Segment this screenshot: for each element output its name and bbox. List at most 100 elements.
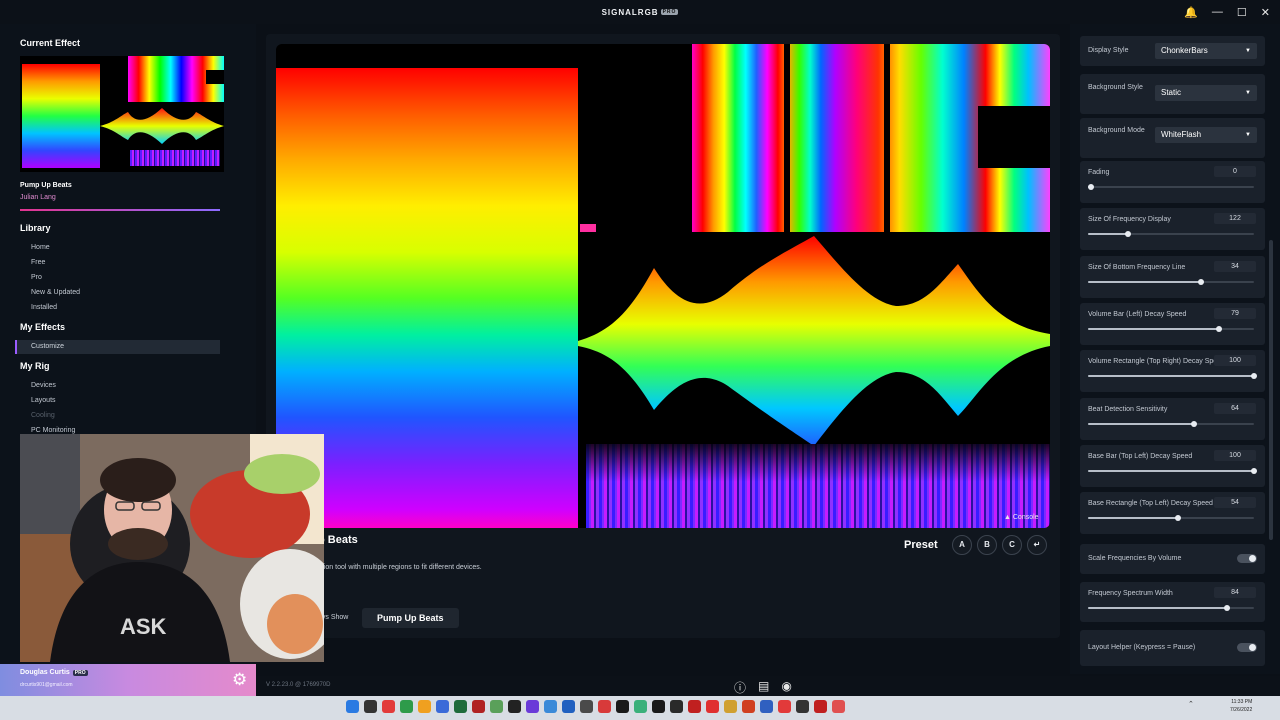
taskbar-app-icon[interactable] (526, 700, 539, 713)
preset-pill[interactable]: Pump Up Beats (362, 608, 459, 628)
slider-track[interactable] (1088, 373, 1257, 379)
help-icon[interactable]: ⓘ (734, 679, 746, 696)
slider-track[interactable] (1088, 279, 1254, 285)
slider-value[interactable]: 64 (1214, 403, 1256, 414)
current-effect-name: Pump Up Beats (20, 182, 72, 189)
taskbar-app-icon[interactable] (490, 700, 503, 713)
spectrum-width-value[interactable]: 84 (1214, 587, 1256, 598)
slider-value[interactable]: 34 (1214, 261, 1256, 272)
webcam-overlay: ASK (20, 434, 324, 662)
slider-handle[interactable] (1174, 515, 1181, 521)
bottom-frequency-visual (586, 444, 1050, 528)
slider-setting: Base Rectangle (Top Left) Decay Speed 54 (1080, 492, 1265, 534)
taskbar-app-icon[interactable] (346, 700, 359, 713)
nav-item-new-updated[interactable]: New & Updated (31, 289, 80, 296)
taskbar-app-icon[interactable] (706, 700, 719, 713)
slider-setting: Size Of Bottom Frequency Line 34 (1080, 256, 1265, 298)
slider-value[interactable]: 100 (1214, 450, 1256, 461)
book-icon[interactable]: ▤ (758, 679, 769, 696)
background-style-setting: Background Style Static ▼ (1080, 74, 1265, 114)
slider-value[interactable]: 100 (1214, 355, 1256, 366)
taskbar-app-icon[interactable] (364, 700, 377, 713)
slider-value[interactable]: 122 (1214, 213, 1256, 224)
user-bar[interactable]: Douglas Curtis PRO drcurtis901@gmail.com … (0, 664, 256, 696)
nav-item-devices[interactable]: Devices (31, 382, 56, 389)
nav-item-home[interactable]: Home (31, 244, 50, 251)
taskbar-app-icon[interactable] (760, 700, 773, 713)
taskbar-app-icon[interactable] (814, 700, 827, 713)
preset-c-button[interactable]: C (1002, 535, 1022, 555)
taskbar-app-icon[interactable] (508, 700, 521, 713)
minimize-icon[interactable]: — (1212, 6, 1223, 18)
taskbar-clock[interactable]: 11:33 PM 7/26/2022 (1230, 698, 1252, 714)
taskbar-app-icon[interactable] (796, 700, 809, 713)
nav-item-installed[interactable]: Installed (31, 304, 57, 311)
scale-frequencies-toggle[interactable] (1237, 554, 1257, 563)
spectrum-width-slider[interactable] (1088, 605, 1254, 611)
slider-handle[interactable] (1216, 326, 1223, 332)
slider-value[interactable]: 54 (1214, 497, 1256, 508)
slider-value[interactable]: 79 (1214, 308, 1256, 319)
slider-handle[interactable] (1251, 468, 1257, 474)
chevron-up-icon[interactable]: ⌃ (1188, 700, 1194, 708)
taskbar-app-icon[interactable] (454, 700, 467, 713)
preset-enter-button[interactable]: ↵ (1027, 535, 1047, 555)
taskbar-app-icon[interactable] (688, 700, 701, 713)
slider-handle[interactable] (1124, 231, 1131, 237)
slider-track[interactable] (1088, 231, 1254, 237)
taskbar-app-icon[interactable] (742, 700, 755, 713)
taskbar-app-icon[interactable] (418, 700, 431, 713)
gear-icon[interactable]: ⚙ (232, 670, 247, 690)
slider-track[interactable] (1088, 468, 1257, 474)
discord-icon[interactable]: ◉ (781, 679, 791, 696)
background-mode-select[interactable]: WhiteFlash ▼ (1155, 127, 1257, 143)
taskbar-app-icon[interactable] (436, 700, 449, 713)
preset-a-button[interactable]: A (952, 535, 972, 555)
maximize-icon[interactable]: ☐ (1237, 6, 1247, 19)
nav-item-cooling: Cooling (31, 412, 55, 419)
scale-frequencies-setting: Scale Frequencies By Volume (1080, 544, 1265, 574)
slider-handle[interactable] (1191, 421, 1198, 427)
taskbar-app-icon[interactable] (778, 700, 791, 713)
slider-track[interactable] (1088, 184, 1254, 190)
current-effect-author[interactable]: Julian Lang (20, 194, 56, 201)
nav-item-layouts[interactable]: Layouts (31, 397, 56, 404)
taskbar-app-icon[interactable] (472, 700, 485, 713)
taskbar-app-icon[interactable] (544, 700, 557, 713)
taskbar-app-icon[interactable] (616, 700, 629, 713)
slider-value[interactable]: 0 (1214, 166, 1256, 177)
nav-item-customize[interactable]: Customize (15, 340, 220, 354)
taskbar-app-icon[interactable] (670, 700, 683, 713)
display-style-select[interactable]: ChonkerBars ▼ (1155, 43, 1257, 59)
bell-icon[interactable]: 🔔 (1184, 6, 1198, 19)
nav-item-pc-monitoring[interactable]: PC Monitoring (31, 427, 75, 434)
settings-scrollbar[interactable] (1269, 240, 1273, 540)
taskbar-app-icon[interactable] (400, 700, 413, 713)
slider-label: Volume Rectangle (Top Right) Decay Speed (1088, 358, 1225, 365)
taskbar-app-icon[interactable] (832, 700, 845, 713)
taskbar-app-icon[interactable] (382, 700, 395, 713)
slider-handle[interactable] (1251, 373, 1257, 379)
slider-setting: Volume Bar (Left) Decay Speed 79 (1080, 303, 1265, 345)
taskbar-app-icon[interactable] (724, 700, 737, 713)
taskbar-app-icon[interactable] (580, 700, 593, 713)
layout-helper-toggle[interactable] (1237, 643, 1257, 652)
background-style-select[interactable]: Static ▼ (1155, 85, 1257, 101)
taskbar-app-icon[interactable] (598, 700, 611, 713)
chevron-down-icon: ▼ (1245, 48, 1251, 54)
slider-track[interactable] (1088, 515, 1254, 521)
taskbar-app-icon[interactable] (634, 700, 647, 713)
slider-track[interactable] (1088, 326, 1254, 332)
console-toggle[interactable]: ▲ Console (1004, 514, 1039, 521)
slider-handle[interactable] (1197, 279, 1204, 285)
nav-item-free[interactable]: Free (31, 259, 45, 266)
taskbar-app-icon[interactable] (652, 700, 665, 713)
version-label: V 2.2.23.0 @ 1769970D (266, 682, 331, 688)
slider-track[interactable] (1088, 421, 1254, 427)
taskbar-app-icon[interactable] (562, 700, 575, 713)
nav-item-pro[interactable]: Pro (31, 274, 42, 281)
close-icon[interactable]: ✕ (1261, 6, 1270, 19)
current-effect-thumbnail[interactable] (20, 56, 224, 172)
slider-handle[interactable] (1088, 184, 1095, 190)
preset-b-button[interactable]: B (977, 535, 997, 555)
